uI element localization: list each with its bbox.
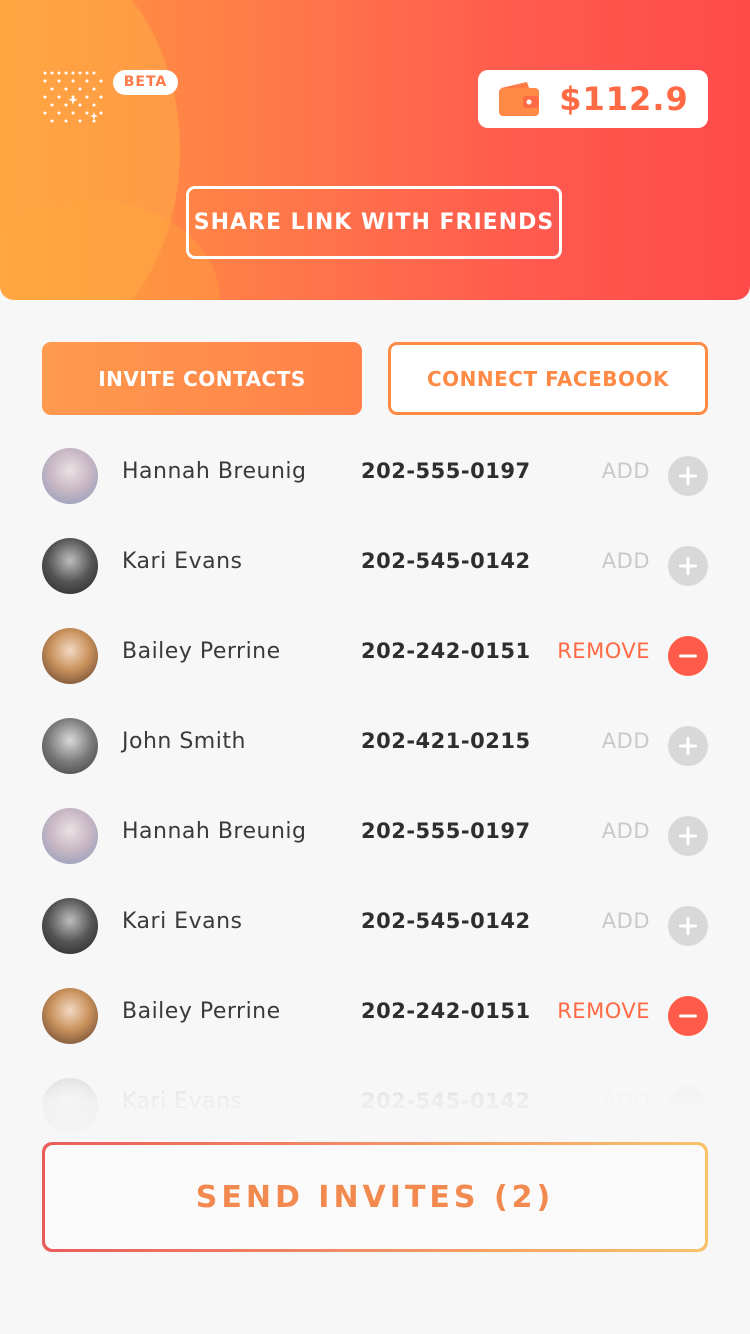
- tab-invite-contacts[interactable]: INVITE CONTACTS: [42, 342, 362, 415]
- balance-amount: $112.9: [559, 80, 689, 118]
- remove-label[interactable]: REMOVE: [557, 639, 650, 663]
- remove-label[interactable]: REMOVE: [557, 999, 650, 1023]
- contact-name: Bailey Perrine: [122, 639, 281, 664]
- contact-phone: 202-242-0151: [361, 999, 531, 1023]
- avatar: [42, 718, 98, 774]
- add-contact-button[interactable]: [668, 816, 708, 856]
- add-label[interactable]: ADD: [602, 819, 650, 843]
- add-label[interactable]: ADD: [602, 549, 650, 573]
- add-label[interactable]: ADD: [602, 459, 650, 483]
- tab-connect-facebook[interactable]: CONNECT FACEBOOK: [388, 342, 708, 415]
- contact-row: Kari Evans 202-545-0142 ADD: [0, 521, 750, 611]
- remove-contact-button[interactable]: [668, 636, 708, 676]
- plus-icon: [679, 737, 697, 755]
- avatar: [42, 988, 98, 1044]
- contact-name: Bailey Perrine: [122, 999, 281, 1024]
- add-contact-button[interactable]: [668, 906, 708, 946]
- contact-name: Hannah Breunig: [122, 459, 307, 484]
- contact-name: Kari Evans: [122, 549, 243, 574]
- add-contact-button[interactable]: [668, 546, 708, 586]
- avatar: [42, 448, 98, 504]
- avatar: [42, 898, 98, 954]
- contact-phone: 202-545-0142: [361, 549, 531, 573]
- contact-phone: 202-421-0215: [361, 729, 531, 753]
- plus-icon: [679, 467, 697, 485]
- share-link-button[interactable]: SHARE LINK WITH FRIENDS: [186, 186, 562, 259]
- contact-phone: 202-545-0142: [361, 909, 531, 933]
- contact-row: Kari Evans 202-545-0142 ADD: [0, 881, 750, 971]
- logo-icon: [43, 71, 103, 123]
- add-contact-button[interactable]: [668, 726, 708, 766]
- contact-name: Kari Evans: [122, 909, 243, 934]
- wallet-icon: [499, 82, 540, 116]
- contact-row: John Smith 202-421-0215 ADD: [0, 701, 750, 791]
- plus-icon: [679, 827, 697, 845]
- wallet-balance[interactable]: $112.9: [478, 70, 708, 128]
- beta-badge: BETA: [113, 70, 178, 95]
- add-contact-button[interactable]: [668, 456, 708, 496]
- send-invites-button[interactable]: SEND INVITES (2): [42, 1142, 708, 1252]
- contact-phone: 202-555-0197: [361, 819, 531, 843]
- contact-name: John Smith: [122, 729, 246, 754]
- add-label[interactable]: ADD: [602, 909, 650, 933]
- contact-row: Hannah Breunig 202-555-0197 ADD: [0, 431, 750, 521]
- minus-icon: [679, 654, 697, 658]
- contact-phone: 202-555-0197: [361, 459, 531, 483]
- plus-icon: [679, 917, 697, 935]
- contact-row: Hannah Breunig 202-555-0197 ADD: [0, 791, 750, 881]
- contact-phone: 202-242-0151: [361, 639, 531, 663]
- plus-icon: [679, 557, 697, 575]
- add-label[interactable]: ADD: [602, 729, 650, 753]
- minus-icon: [679, 1014, 697, 1018]
- header-banner: BETA $112.9 SHARE LINK WITH FRIENDS: [0, 0, 750, 300]
- remove-contact-button[interactable]: [668, 996, 708, 1036]
- avatar: [42, 538, 98, 594]
- contact-row: Bailey Perrine 202-242-0151 REMOVE: [0, 611, 750, 701]
- send-invites-label: SEND INVITES (2): [45, 1145, 705, 1249]
- list-fade-overlay: [0, 1040, 750, 1150]
- avatar: [42, 808, 98, 864]
- avatar: [42, 628, 98, 684]
- contact-name: Hannah Breunig: [122, 819, 307, 844]
